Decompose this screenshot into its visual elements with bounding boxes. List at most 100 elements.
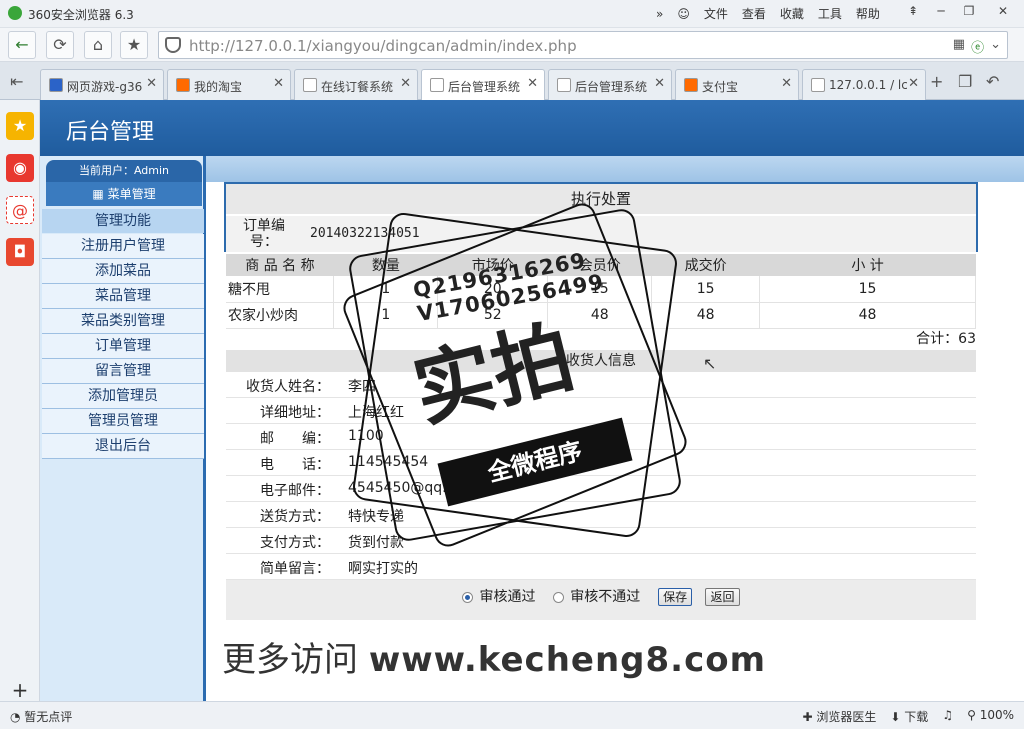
admin-menu-item[interactable]: 管理员管理 — [42, 409, 204, 434]
mail-icon[interactable]: @ — [6, 196, 34, 224]
tab-bar: ⇤ 网页游戏-g36 ✕ 我的淘宝 ✕ 在线订餐系统 ✕ 后台管理系统 ✕ 后台管理系统 ✕ 支付宝… — [0, 62, 1024, 101]
browser-doctor-label: 浏览器医生 — [816, 710, 877, 724]
menu-file[interactable]: 文件 — [704, 5, 728, 22]
browser-doctor[interactable]: ✚ 浏览器医生 — [803, 708, 877, 725]
receiver-info: 收货人信息 收货人姓名： 李四 详细地址： 上海红红邮 编： 1100 电 话： 11454… — [226, 350, 976, 620]
receiver-field-label: 邮 编： — [260, 431, 330, 447]
tab-label: 我的淘宝 — [194, 80, 243, 94]
minimize-button[interactable]: ─ — [930, 4, 952, 22]
current-user: 当前用户：Admin — [46, 160, 202, 182]
tab-label: 网页游戏-g36 — [67, 80, 143, 94]
tab-close-icon[interactable]: ✕ — [908, 76, 919, 91]
receiver-row: 简单留言： 啊实打实的 — [226, 554, 976, 580]
browser-tab[interactable]: 在线订餐系统 ✕ — [294, 69, 418, 100]
menu-tools[interactable]: 工具 — [818, 5, 842, 22]
receiver-row: 电 话： 114545454 — [226, 450, 976, 476]
table-row: 糖不甩 1 20 15 15 15 — [226, 276, 976, 303]
avatar-icon[interactable]: ☺ — [677, 7, 690, 21]
sidebar-toggle-icon[interactable]: ⇤ — [10, 72, 23, 91]
admin-menu-item[interactable]: 菜品管理 — [42, 284, 204, 309]
download-label: 下载 — [904, 710, 929, 724]
app-title: 后台管理 — [66, 120, 155, 145]
receiver-field-value: 啊实打实的 — [348, 561, 418, 577]
tab-label: 后台管理系统 — [448, 80, 521, 94]
close-window-button[interactable]: ✕ — [992, 4, 1014, 22]
weibo-icon[interactable]: ◉ — [6, 154, 34, 182]
menu-view[interactable]: 查看 — [742, 5, 766, 22]
zoom-level[interactable]: ⚲ 100% — [967, 708, 1014, 725]
order-box-title: 执行处置 — [226, 184, 976, 214]
receiver-info-title: 收货人信息 — [226, 350, 976, 372]
tab-close-icon[interactable]: ✕ — [400, 76, 411, 91]
add-dock-icon[interactable]: + — [6, 676, 34, 704]
new-tab-button[interactable]: + — [930, 72, 943, 91]
tab-close-icon[interactable]: ✕ — [273, 76, 284, 91]
receiver-field-label: 电 话： — [260, 457, 330, 473]
more-menu-icon[interactable]: » — [656, 7, 663, 21]
dropdown-icon[interactable]: ⌄ — [990, 37, 1001, 56]
admin-menu-item[interactable]: 添加管理员 — [42, 384, 204, 409]
tab-close-icon[interactable]: ✕ — [654, 76, 665, 91]
browser-tab[interactable]: 网页游戏-g36 ✕ — [40, 69, 164, 100]
receiver-field-label: 送货方式： — [260, 509, 330, 525]
home-button[interactable]: ⌂ — [84, 31, 112, 59]
url-text[interactable]: http://127.0.0.1/xiangyou/dingcan/admin/… — [189, 37, 577, 55]
reject-radio[interactable] — [553, 591, 565, 603]
receiver-field-label: 简单留言： — [260, 561, 330, 577]
address-bar[interactable]: http://127.0.0.1/xiangyou/dingcan/admin/… — [158, 31, 1008, 59]
admin-menu-item[interactable]: 留言管理 — [42, 359, 204, 384]
cell-name: 糖不甩 — [226, 276, 335, 303]
browser-tab[interactable]: 127.0.0.1 / lc ✕ — [802, 69, 926, 100]
refresh-button[interactable]: ⟳ — [46, 31, 74, 59]
tab-favicon-icon — [557, 78, 571, 92]
approve-radio[interactable] — [462, 591, 474, 603]
security-shield-icon — [165, 37, 181, 53]
cell-deal: 15 — [651, 276, 761, 303]
receiver-field-label: 详细地址： — [260, 405, 330, 421]
receiver-field-label: 电子邮件： — [260, 483, 330, 499]
compat-mode-icon[interactable]: ⓔ — [971, 37, 984, 56]
back-button-form[interactable]: 返回 — [705, 588, 740, 606]
receiver-field-label: 支付方式： — [260, 535, 330, 551]
admin-menu-item[interactable]: 添加菜品 — [42, 259, 204, 284]
admin-menu-item[interactable]: 退出后台 — [42, 434, 204, 459]
download-link[interactable]: ⬇ 下载 — [890, 708, 928, 725]
admin-menu-item[interactable]: 菜品类别管理 — [42, 309, 204, 334]
column-header: 会员价 — [547, 254, 652, 276]
qr-code-icon[interactable]: ▦ — [953, 37, 965, 56]
back-button[interactable]: ← — [8, 31, 36, 59]
browser-tab[interactable]: 后台管理系统 ✕ — [421, 69, 545, 101]
tab-label: 支付宝 — [702, 80, 739, 94]
receiver-field-value: 特快专递 — [348, 509, 404, 525]
browser-tab[interactable]: 我的淘宝 ✕ — [167, 69, 291, 100]
tab-close-icon[interactable]: ✕ — [146, 76, 157, 91]
shopping-bag-icon[interactable]: ◘ — [6, 238, 34, 266]
undo-close-icon[interactable]: ↶ — [986, 72, 999, 91]
reject-label[interactable]: 审核不通过 — [570, 589, 640, 605]
column-header: 成交价 — [651, 254, 760, 276]
pin-icon[interactable]: ⇞ — [902, 4, 924, 22]
receiver-field-value: 4545450@qq.com — [348, 480, 477, 496]
admin-menu-item[interactable]: 订单管理 — [42, 334, 204, 359]
save-button[interactable]: 保存 — [658, 588, 693, 606]
tab-list-icon[interactable]: ❐ — [958, 72, 972, 91]
favorites-star-icon[interactable]: ★ — [6, 112, 34, 140]
browser-tab[interactable]: 后台管理系统 ✕ — [548, 69, 672, 100]
approve-label[interactable]: 审核通过 — [479, 589, 535, 605]
volume-icon[interactable]: ♫ — [942, 708, 953, 725]
admin-menu-item[interactable]: 注册用户管理 — [42, 234, 204, 259]
tab-favicon-icon — [303, 78, 317, 92]
menu-help[interactable]: 帮助 — [856, 5, 880, 22]
tab-favicon-icon — [176, 78, 190, 92]
tab-close-icon[interactable]: ✕ — [527, 76, 538, 91]
cell-member: 15 — [547, 276, 653, 303]
favorite-star-button[interactable]: ★ — [120, 31, 148, 59]
restore-button[interactable]: ❐ — [958, 4, 980, 22]
tab-close-icon[interactable]: ✕ — [781, 76, 792, 91]
receiver-row: 送货方式： 特快专递 — [226, 502, 976, 528]
menu-favorites[interactable]: 收藏 — [780, 5, 804, 22]
order-total: 合计：63 — [916, 331, 976, 347]
cell-market: 20 — [437, 276, 549, 303]
browser-tab[interactable]: 支付宝 ✕ — [675, 69, 799, 100]
receiver-field-value: 114545454 — [348, 454, 429, 470]
